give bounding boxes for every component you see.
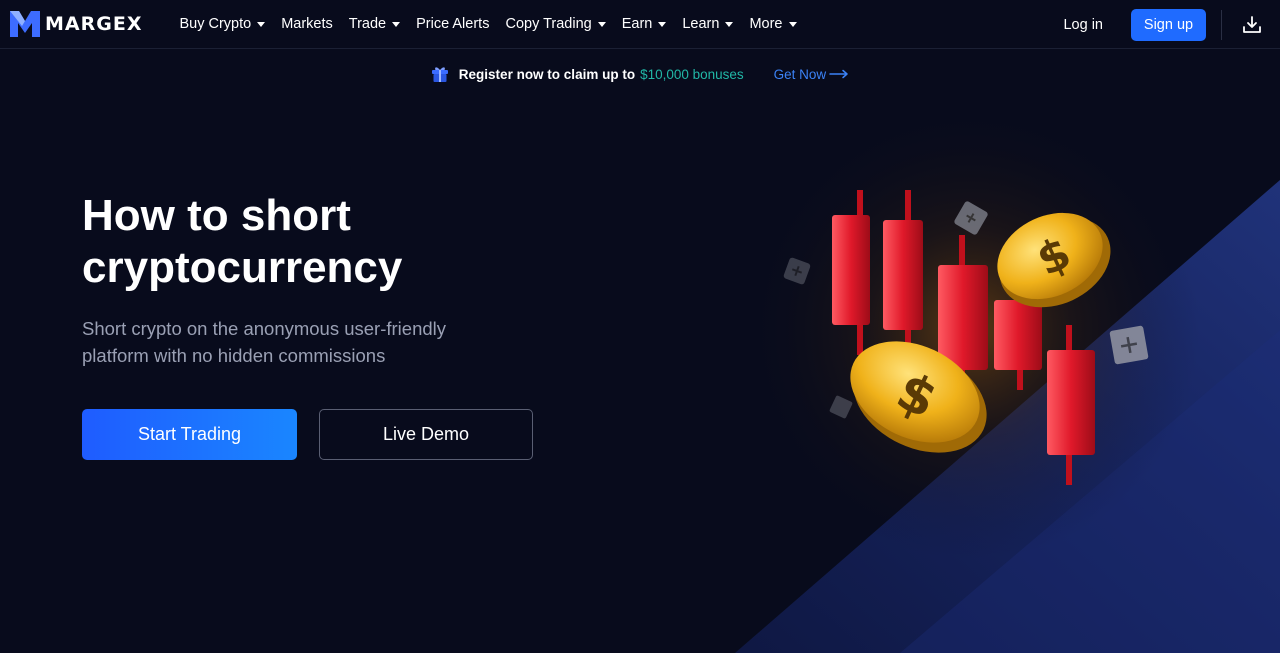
nav-label: Trade xyxy=(348,16,387,32)
nav-label: Earn xyxy=(621,16,653,32)
nav-learn[interactable]: Learn xyxy=(682,16,734,32)
top-nav: MARGEX Buy Crypto Markets Trade Price Al… xyxy=(0,0,1280,49)
candlestick-coins-illustration: $ $ xyxy=(783,190,1149,485)
login-link[interactable]: Log in xyxy=(1063,17,1103,33)
nav-trade[interactable]: Trade xyxy=(348,16,401,32)
chevron-down-icon xyxy=(788,21,797,27)
hero-subtitle-line2: platform with no hidden commissions xyxy=(82,345,386,366)
candle xyxy=(883,190,923,345)
hero-title-line2: cryptocurrency xyxy=(82,243,403,292)
plus-cube-icon xyxy=(829,395,853,419)
nav-label: Copy Trading xyxy=(505,16,592,32)
nav-label: More xyxy=(749,16,783,32)
chevron-down-icon xyxy=(392,21,401,27)
page: MARGEX Buy Crypto Markets Trade Price Al… xyxy=(0,0,1280,653)
get-now-link[interactable]: Get Now xyxy=(774,67,850,82)
chevron-down-icon xyxy=(658,21,667,27)
nav-earn[interactable]: Earn xyxy=(622,16,667,32)
gift-icon xyxy=(431,67,448,82)
hero-title: How to short cryptocurrency xyxy=(82,190,522,294)
get-now-label: Get Now xyxy=(773,66,827,82)
nav-label: Markets xyxy=(281,16,333,32)
brand-name: MARGEX xyxy=(45,13,143,35)
promo-text: Register now to claim up to xyxy=(458,66,636,82)
margex-logo-icon xyxy=(10,11,40,37)
candle xyxy=(832,190,870,355)
nav-label: Buy Crypto xyxy=(179,16,252,32)
chevron-down-icon xyxy=(257,21,266,27)
signup-button[interactable]: Sign up xyxy=(1131,8,1206,41)
nav-label: Price Alerts xyxy=(416,16,490,32)
plus-cube-icon xyxy=(1109,325,1149,365)
candle xyxy=(1047,325,1095,485)
nav-buy-crypto[interactable]: Buy Crypto xyxy=(179,16,266,32)
main-menu: Buy Crypto Markets Trade Price Alerts Co… xyxy=(179,16,812,32)
chevron-down-icon xyxy=(597,21,606,27)
promo-banner: Register now to claim up to $10,000 bonu… xyxy=(0,50,1280,98)
nav-more[interactable]: More xyxy=(749,16,797,32)
plus-cube-icon xyxy=(954,201,988,235)
nav-copy-trading[interactable]: Copy Trading xyxy=(505,16,606,32)
nav-price-alerts[interactable]: Price Alerts xyxy=(416,16,489,32)
logo[interactable]: MARGEX xyxy=(10,0,142,49)
hero-subtitle: Short crypto on the anonymous user-frien… xyxy=(82,315,502,369)
nav-markets[interactable]: Markets xyxy=(281,16,333,32)
chevron-down-icon xyxy=(725,21,734,27)
plus-cube-icon xyxy=(783,257,811,285)
download-button[interactable] xyxy=(1242,15,1262,35)
hero-title-line1: How to short xyxy=(82,191,351,240)
start-trading-button[interactable]: Start Trading xyxy=(82,409,297,460)
live-demo-button[interactable]: Live Demo xyxy=(319,409,533,460)
nav-label: Learn xyxy=(682,16,720,32)
nav-actions: Log in Sign up xyxy=(1063,0,1280,49)
nav-divider xyxy=(1221,9,1222,40)
download-icon xyxy=(1243,15,1261,33)
hero-subtitle-line1: Short crypto on the anonymous user-frien… xyxy=(82,318,447,339)
arrow-right-icon xyxy=(829,69,848,79)
promo-amount: $10,000 bonuses xyxy=(640,66,744,82)
